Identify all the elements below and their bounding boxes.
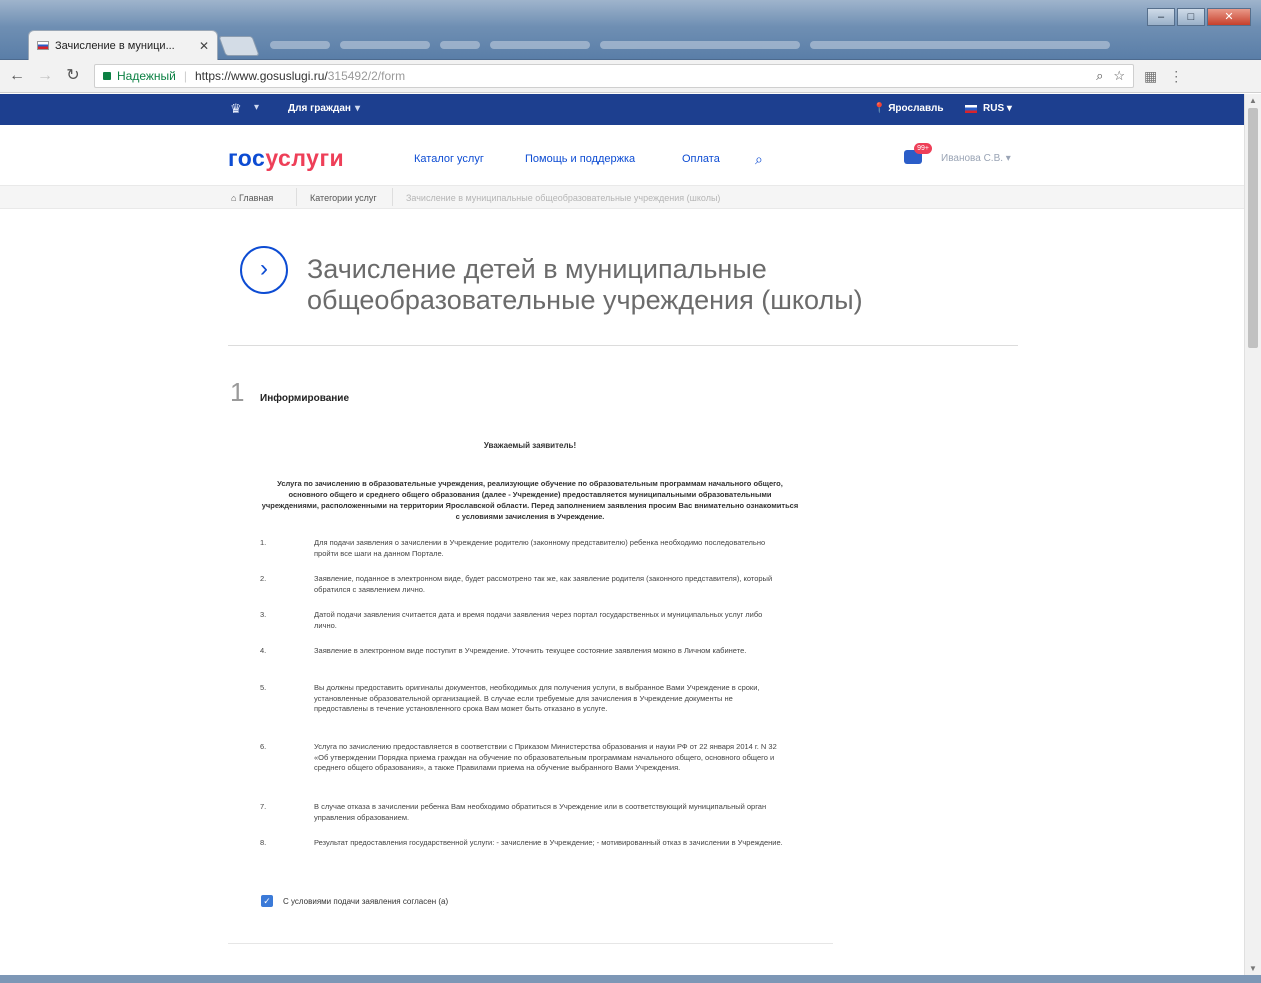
breadcrumb-home-label: Главная — [238, 193, 274, 203]
address-bar[interactable]: Надежный | https://www.gosuslugi.ru/3154… — [94, 64, 1134, 88]
for-citizens-dropdown[interactable]: Для граждан ▾ — [288, 103, 360, 114]
scroll-down-icon[interactable]: ▼ — [1249, 964, 1257, 973]
list-item-text: Вы должны предоставить оригиналы докумен… — [314, 683, 760, 713]
browser-tab-active[interactable]: Зачисление в муници... ✕ — [28, 30, 218, 60]
url-text: https://www.gosuslugi.ru/315492/2/form — [195, 69, 405, 83]
intro-text: Услуга по зачислению в образовательные у… — [261, 479, 799, 521]
scroll-up-icon[interactable]: ▲ — [1249, 96, 1257, 105]
list-item-text: В случае отказа в зачислении ребенка Вам… — [314, 802, 767, 822]
breadcrumb-divider — [392, 188, 393, 206]
toolbar-right: ▦ ⋮ — [1144, 68, 1183, 85]
notifications-badge: 99+ — [914, 143, 932, 154]
logo-part-uslugi: услуги — [265, 145, 345, 171]
step-title: Информирование — [260, 393, 350, 404]
list-item-number: 8. — [260, 838, 267, 847]
window-titlebar: Зачисление в муници... ✕ – □ ✕ — [0, 0, 1261, 60]
agree-label: С условиями подачи заявления согласен (а… — [283, 896, 449, 906]
tab-title: Зачисление в муници... — [55, 39, 175, 52]
tab-close-icon[interactable]: ✕ — [199, 39, 209, 53]
divider — [228, 345, 1018, 346]
lang-label: RUS — [983, 103, 1005, 114]
logo-part-gos: гос — [228, 145, 266, 171]
search-icon[interactable]: ⌕ — [755, 151, 763, 168]
chevron-down-icon: ▾ — [1006, 103, 1012, 114]
back-arrow-icon[interactable]: ← — [6, 65, 28, 87]
list-item-text: Заявление, поданное в электронном виде, … — [314, 574, 773, 594]
forward-arrow-icon[interactable]: → — [34, 65, 56, 87]
chevron-down-icon: ▾ — [354, 103, 360, 114]
language-selector[interactable]: RUS ▾ — [965, 103, 1012, 114]
url-path: 315492/2/form — [327, 69, 406, 83]
list-item-number: 2. — [260, 574, 267, 583]
minimize-icon[interactable]: – — [1147, 8, 1175, 26]
list-item-number: 5. — [260, 683, 267, 692]
nav-payment-link[interactable]: Оплата — [682, 153, 720, 165]
window-bottom-frame — [0, 975, 1261, 983]
maximize-icon[interactable]: □ — [1177, 8, 1205, 26]
url-host: https://www.gosuslugi.ru/ — [195, 69, 328, 83]
service-arrow-icon: › — [240, 246, 288, 294]
nav-help-link[interactable]: Помощь и поддержка — [525, 153, 635, 165]
lock-icon — [103, 72, 111, 80]
site-header: госуслуги Каталог услуг Помощь и поддерж… — [0, 125, 1244, 185]
list-item-text: Заявление в электронном виде поступит в … — [314, 646, 747, 655]
favicon-icon — [37, 41, 49, 50]
new-tab-button[interactable] — [218, 36, 260, 56]
breadcrumb: ⌂ Главная Категории услуг Зачисление в м… — [0, 185, 1244, 209]
ru-flag-icon — [965, 104, 977, 113]
list-item-text: Для подачи заявления о зачислении в Учре… — [314, 538, 766, 558]
secure-label: Надежный — [117, 69, 176, 83]
emblem-icon[interactable]: ♛ — [230, 101, 246, 117]
location-pin-icon: 📍 — [873, 103, 886, 114]
breadcrumb-divider — [296, 188, 297, 206]
list-item-number: 4. — [260, 646, 267, 655]
blurred-tab-strip — [270, 36, 1230, 50]
zoom-icon[interactable]: ⌕ — [1096, 68, 1103, 84]
nav-catalog-link[interactable]: Каталог услуг — [414, 153, 484, 165]
breadcrumb-current: Зачисление в муниципальные общеобразоват… — [406, 193, 721, 203]
omnibox-separator: | — [183, 69, 187, 83]
breadcrumb-home[interactable]: ⌂ Главная — [231, 193, 273, 203]
extension-icon[interactable]: ▦ — [1144, 68, 1157, 85]
window-close-icon[interactable]: ✕ — [1207, 8, 1251, 26]
chevron-down-icon[interactable]: ▾ — [254, 102, 259, 113]
gosuslugi-logo[interactable]: госуслуги — [228, 145, 344, 172]
list-item-number: 1. — [260, 538, 267, 547]
greeting-text: Уважаемый заявитель! — [483, 441, 577, 450]
window-controls: – □ ✕ — [1145, 8, 1251, 26]
reload-icon[interactable]: ↻ — [62, 65, 84, 87]
vertical-scrollbar[interactable]: ▲ ▼ — [1244, 94, 1261, 975]
scrollbar-thumb[interactable] — [1248, 108, 1258, 348]
breadcrumb-categories[interactable]: Категории услуг — [310, 193, 377, 203]
region-selector[interactable]: 📍 Ярославль — [873, 103, 944, 114]
home-icon: ⌂ — [231, 193, 237, 203]
page-title: Зачисление детей в муниципальные общеобр… — [307, 254, 863, 315]
list-item-number: 3. — [260, 610, 267, 619]
gosuslugi-top-bar: ♛ ▾ Для граждан ▾ 📍 Ярославль RUS ▾ — [0, 94, 1244, 125]
list-item-number: 7. — [260, 802, 267, 811]
agree-checkbox[interactable]: ✓ — [261, 895, 273, 907]
divider — [228, 943, 833, 944]
agree-checkbox-row[interactable]: ✓ С условиями подачи заявления согласен … — [261, 895, 448, 907]
menu-kebab-icon[interactable]: ⋮ — [1169, 68, 1183, 85]
user-menu[interactable]: Иванова С.В. ▾ — [941, 153, 1011, 164]
list-item-text: Датой подачи заявления считается дата и … — [314, 610, 763, 630]
bookmark-star-icon[interactable]: ☆ — [1113, 68, 1125, 84]
page-viewport: ♛ ▾ Для граждан ▾ 📍 Ярославль RUS ▾ госус… — [0, 94, 1244, 975]
step-number: 1 — [230, 377, 245, 407]
list-item-number: 6. — [260, 742, 267, 751]
list-item-text: Результат предоставления государственной… — [314, 838, 783, 847]
browser-toolbar: ← → ↻ Надежный | https://www.gosuslugi.r… — [0, 60, 1261, 93]
omnibox-icons: ⌕ ☆ — [1096, 68, 1125, 84]
for-citizens-label: Для граждан — [288, 103, 351, 114]
region-label: Ярославль — [888, 103, 944, 114]
list-item-text: Услуга по зачислению предоставляется в с… — [314, 742, 777, 772]
